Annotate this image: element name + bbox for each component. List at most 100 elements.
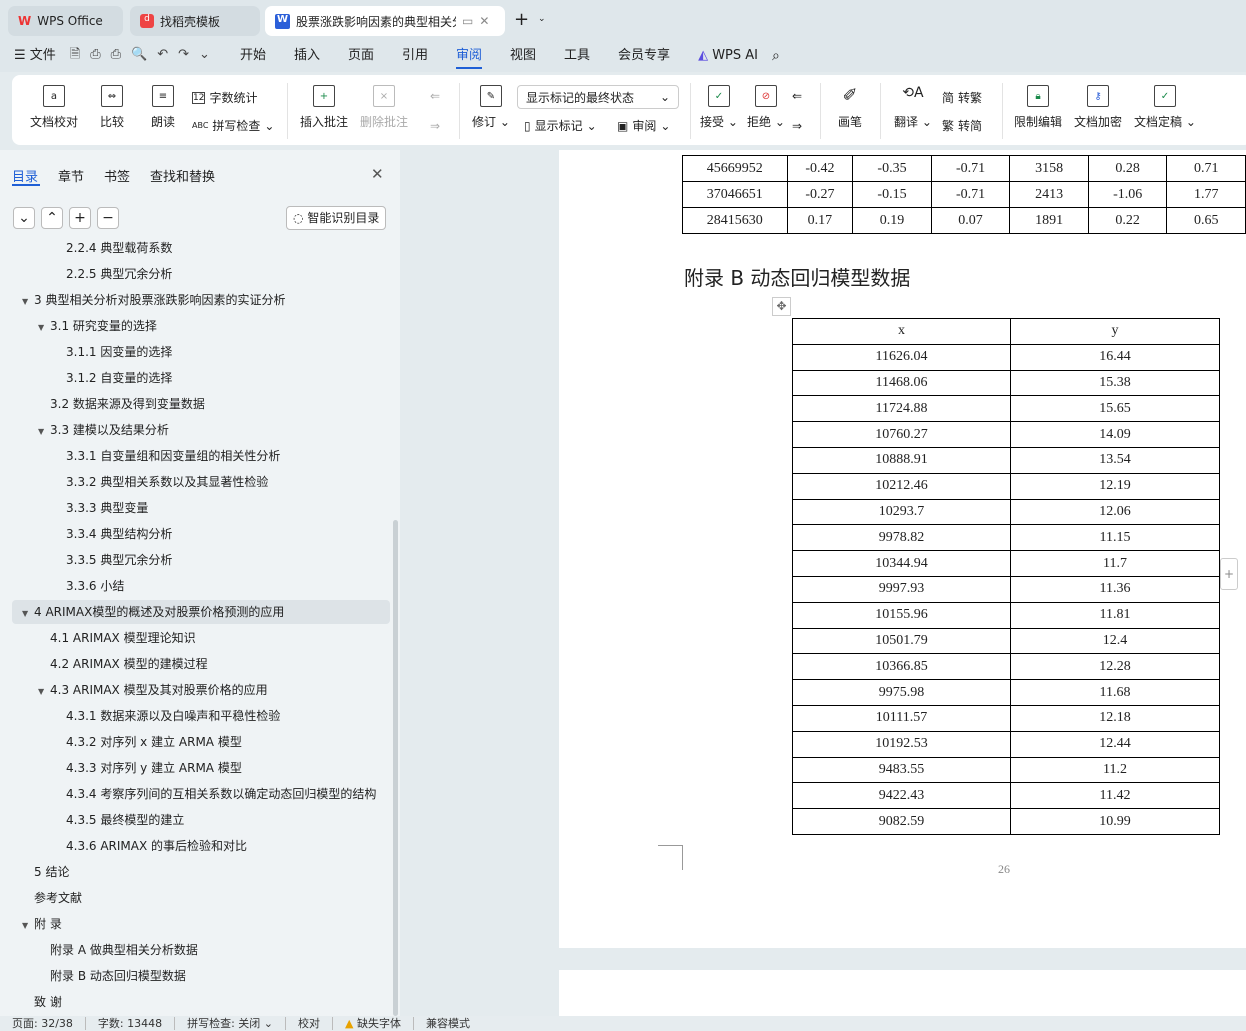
toc-item[interactable]: 3.3.4 典型结构分析 [12, 522, 390, 546]
page-indicator[interactable]: 页面: 32/38 [0, 1017, 86, 1030]
toc-item[interactable]: 2.2.4 典型载荷系数 [12, 236, 390, 260]
toc-item[interactable]: ▼ 3 典型相关分析对股票涨跌影响因素的实证分析 [12, 288, 390, 312]
table-move-handle-icon[interactable]: ✥ [772, 297, 791, 316]
finalize-button[interactable]: ✓ 文档定稿 ⌄ [1134, 85, 1196, 130]
expand-arrow-icon[interactable]: ▼ [38, 680, 50, 702]
close-tab-icon[interactable]: ✕ [479, 14, 489, 28]
spell-check-status[interactable]: 拼写检查: 关闭 ⌄ [175, 1017, 287, 1030]
review-pane-button[interactable]: ▣ 审阅 ⌄ [617, 117, 670, 134]
toc-item[interactable]: 3.3.2 典型相关系数以及其显著性检验 [12, 470, 390, 494]
monitor-icon[interactable]: ▭ [462, 14, 473, 28]
tab-toc[interactable]: 目录 [12, 166, 38, 185]
toc-item[interactable]: 3.3.1 自变量组和因变量组的相关性分析 [12, 444, 390, 468]
show-marks-icon: ▯ [524, 118, 531, 133]
menu-review[interactable]: 审阅 [442, 40, 496, 72]
add-column-button[interactable]: + [1220, 558, 1238, 590]
reject-button[interactable]: ⊘ 拒绝 ⌄ [747, 85, 785, 130]
missing-font-status[interactable]: ▲ 缺失字体 [333, 1017, 414, 1030]
proof-status[interactable]: 校对 [286, 1017, 334, 1030]
restrict-editing-button[interactable]: 🔒︎ 限制编辑 [1014, 85, 1062, 130]
toc-item[interactable]: ▼ 4 ARIMAX模型的概述及对股票价格预测的应用 [12, 600, 390, 624]
translate-button[interactable]: ⟲A 翻译 ⌄ [894, 85, 932, 130]
tab-document[interactable]: W 股票涨跌影响因素的典型相关分 ▭ ✕ [265, 6, 505, 36]
menu-reference[interactable]: 引用 [388, 40, 442, 72]
smart-toc-button[interactable]: ◌ 智能识别目录 [286, 206, 387, 230]
menu-page[interactable]: 页面 [334, 40, 388, 72]
toc-item[interactable]: ▼ 3.3 建模以及结果分析 [12, 418, 390, 442]
tab-docer[interactable]: d 找稻壳模板 [130, 6, 260, 36]
tab-bookmarks[interactable]: 书签 [104, 166, 130, 185]
toc-item[interactable]: 附录 A 做典型相关分析数据 [12, 938, 390, 962]
to-simplified-button[interactable]: 繁转简 [942, 117, 982, 134]
accept-button[interactable]: ✓ 接受 ⌄ [700, 85, 738, 130]
toc-item[interactable]: 4.3.5 最终模型的建立 [12, 808, 390, 832]
tab-find-replace[interactable]: 查找和替换 [150, 166, 215, 185]
collapse-all-button[interactable]: − [97, 207, 119, 229]
expand-arrow-icon[interactable]: ▼ [38, 316, 50, 338]
toc-item[interactable]: 2.2.5 典型冗余分析 [12, 262, 390, 286]
read-aloud-button[interactable]: ≡ 朗读 [151, 85, 175, 130]
toc-item[interactable]: 5 结论 [12, 860, 390, 884]
encrypt-button[interactable]: ⚷ 文档加密 [1074, 85, 1122, 130]
pen-button[interactable]: ✐ 画笔 [838, 85, 862, 130]
toc-item[interactable]: 4.3.6 ARIMAX 的事后检验和对比 [12, 834, 390, 858]
expand-arrow-icon[interactable]: ▼ [38, 420, 50, 442]
toc-item[interactable]: 3.2 数据来源及得到变量数据 [12, 392, 390, 416]
table-cell: 9975.98 [792, 679, 1011, 706]
toc-item[interactable]: 致 谢 [12, 990, 390, 1014]
toc-item[interactable]: 参考文献 [12, 886, 390, 910]
wps-ai-button[interactable]: ◭ WPS AI [684, 40, 772, 72]
show-marks-button[interactable]: ▯ 显示标记 ⌄ [524, 117, 597, 134]
new-tab-icon[interactable]: + [514, 9, 529, 30]
status-bar: 页面: 32/38 字数: 13448 拼写检查: 关闭 ⌄ 校对 ▲ 缺失字体… [0, 1016, 1246, 1031]
collapse-up-button[interactable]: ⌃ [41, 207, 63, 229]
close-icon[interactable]: ✕ [371, 165, 384, 183]
toc-item-label: 3.3.3 典型变量 [66, 501, 149, 515]
toc-item[interactable]: 附录 B 动态回归模型数据 [12, 964, 390, 988]
expand-all-button[interactable]: + [69, 207, 91, 229]
toc-item[interactable]: 4.2 ARIMAX 模型的建模过程 [12, 652, 390, 676]
compare-button[interactable]: ⇔ 比较 [100, 85, 124, 130]
collapse-down-button[interactable]: ⌄ [13, 207, 35, 229]
menu-insert[interactable]: 插入 [280, 40, 334, 72]
previous-change-icon[interactable]: ⇐ [792, 89, 802, 103]
track-changes-button[interactable]: ✎ 修订 ⌄ [472, 85, 510, 130]
word-count-button[interactable]: 12 字数统计 [192, 89, 257, 106]
toc-item[interactable]: 3.3.6 小结 [12, 574, 390, 598]
sidebar-scrollbar[interactable] [393, 520, 398, 1016]
toc-item[interactable]: ▼ 4.3 ARIMAX 模型及其对股票价格的应用 [12, 678, 390, 702]
next-change-icon[interactable]: ⇒ [792, 119, 802, 133]
spell-check-button[interactable]: ABC 拼写检查 ⌄ [192, 117, 274, 134]
toc-item[interactable]: 4.3.4 考察序列间的互相关系数以确定动态回归模型的结构 [12, 782, 390, 806]
expand-arrow-icon[interactable]: ▼ [22, 290, 34, 312]
tab-wps-office[interactable]: W WPS Office [8, 6, 123, 36]
quick-access-icons[interactable]: 🗎⎙⎙🔍↶↷⌄ [70, 45, 220, 67]
expand-arrow-icon[interactable]: ▼ [22, 914, 34, 936]
chevron-down-icon[interactable]: ⌄ [538, 14, 546, 24]
toc-item[interactable]: 4.1 ARIMAX 模型理论知识 [12, 626, 390, 650]
menu-membership[interactable]: 会员专享 [604, 40, 684, 72]
toc-item[interactable]: 4.3.1 数据来源以及白噪声和平稳性检验 [12, 704, 390, 728]
toc-item[interactable]: 3.3.3 典型变量 [12, 496, 390, 520]
menu-start[interactable]: 开始 [226, 40, 280, 72]
toc-item[interactable]: 3.1.1 因变量的选择 [12, 340, 390, 364]
toc-item[interactable]: ▼ 附 录 [12, 912, 390, 936]
toc-item[interactable]: ▼ 3.1 研究变量的选择 [12, 314, 390, 338]
display-mode-select[interactable]: 显示标记的最终状态 ⌄ [517, 85, 679, 109]
toc-item[interactable]: 4.3.3 对序列 y 建立 ARMA 模型 [12, 756, 390, 780]
toc-item[interactable]: 3.1.2 自变量的选择 [12, 366, 390, 390]
proofread-button[interactable]: a 文档校对 [30, 85, 78, 130]
menu-view[interactable]: 视图 [496, 40, 550, 72]
file-menu[interactable]: ☰ 文件 [0, 40, 64, 72]
expand-arrow-icon[interactable]: ▼ [22, 602, 34, 624]
toc-item[interactable]: 3.3.5 典型冗余分析 [12, 548, 390, 572]
search-icon[interactable]: ⌕ [772, 48, 780, 64]
toc-item[interactable]: 4.3.2 对序列 x 建立 ARMA 模型 [12, 730, 390, 754]
to-traditional-button[interactable]: 简转繁 [942, 89, 982, 106]
table-cell: 0.22 [1087, 207, 1168, 234]
insert-comment-button[interactable]: + 插入批注 [300, 85, 348, 130]
table-cell: 10293.7 [792, 498, 1011, 526]
menu-tools[interactable]: 工具 [550, 40, 604, 72]
word-count[interactable]: 字数: 13448 [86, 1017, 176, 1030]
tab-chapters[interactable]: 章节 [58, 166, 84, 185]
